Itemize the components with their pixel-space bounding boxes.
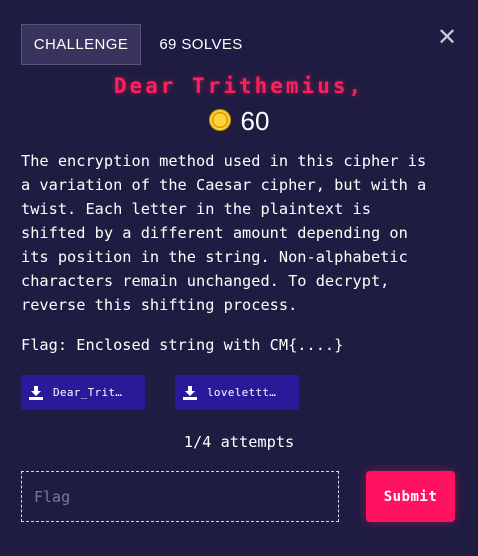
- description-line: characters remain unchanged. To decrypt,: [21, 272, 390, 290]
- download-icon: [183, 385, 197, 400]
- challenge-description: The encryption method used in this ciphe…: [21, 149, 457, 317]
- file-download-button[interactable]: lovelettt…: [175, 375, 299, 410]
- points-value: 60: [240, 106, 270, 136]
- coin-icon: [208, 108, 231, 131]
- challenge-modal: CHALLENGE 69 SOLVES ✕ Dear Trithemius, 6…: [0, 0, 478, 556]
- description-line: a variation of the Caesar cipher, but wi…: [21, 176, 427, 194]
- file-download-button[interactable]: Dear_Trit…: [21, 375, 145, 410]
- attempts-counter: 1/4 attempts: [183, 433, 295, 451]
- description-line: twist. Each letter in the plaintext is: [21, 200, 371, 218]
- tab-solves[interactable]: 69 SOLVES: [141, 24, 261, 65]
- download-icon: [29, 385, 43, 400]
- description-line: shifted by a different amount depending …: [21, 224, 408, 242]
- flag-format-hint: Flag: Enclosed string with CM{....}: [21, 336, 344, 354]
- description-line: The encryption method used in this ciphe…: [21, 152, 427, 170]
- close-icon[interactable]: ✕: [434, 24, 460, 50]
- file-name: Dear_Trit…: [53, 386, 123, 399]
- description-line: its position in the string. Non-alphabet…: [21, 248, 408, 266]
- description-line: reverse this shifting process.: [21, 296, 298, 314]
- tab-challenge[interactable]: CHALLENGE: [21, 24, 141, 65]
- submit-button[interactable]: Submit: [366, 471, 455, 522]
- file-name: lovelettt…: [207, 386, 277, 399]
- points-display: 60: [0, 106, 478, 142]
- flag-input[interactable]: [21, 471, 339, 522]
- challenge-title: Dear Trithemius,: [113, 74, 365, 98]
